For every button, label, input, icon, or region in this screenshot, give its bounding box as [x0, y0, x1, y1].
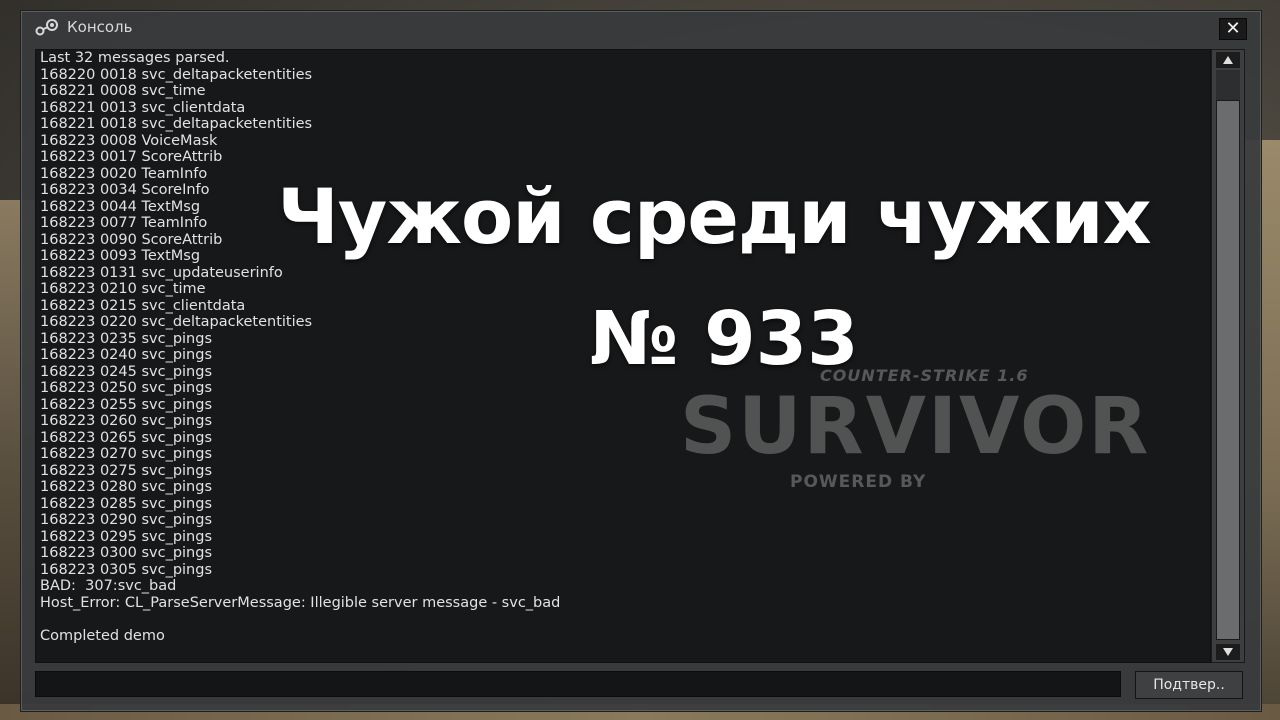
console-line: 168221 0018 svc_deltapacketentities	[40, 116, 313, 132]
console-line: 168223 0260 svc_pings	[40, 413, 213, 429]
console-line: 168220 0018 svc_deltapacketentities	[40, 66, 313, 83]
console-line: 168223 0305 svc_pings	[40, 561, 213, 578]
console-line: Host_Error: CL_ParseServerMessage: Illeg…	[40, 594, 561, 611]
window-title: Консоль	[67, 18, 133, 36]
console-line: 168221 0013 svc_clientdata	[40, 99, 246, 116]
scroll-up-arrow-icon	[1223, 56, 1233, 64]
scroll-down-arrow-icon	[1223, 648, 1233, 656]
console-line: 168223 0270 svc_pings	[40, 446, 213, 462]
console-line: Last 32 messages parsed.	[40, 50, 230, 66]
command-input[interactable]	[35, 671, 1121, 697]
console-line: 168223 0017 ScoreAttrib	[40, 149, 223, 165]
overlay-title: Чужой среди чужих	[277, 172, 1151, 261]
steam-logo-icon	[35, 19, 58, 36]
console-line: 168223 0290 svc_pings	[40, 512, 213, 528]
scroll-down-button[interactable]	[1216, 644, 1240, 660]
console-line: Completed demo	[40, 627, 165, 644]
console-line: 168221 0008 svc_time	[40, 83, 206, 99]
close-button[interactable]: ✕	[1219, 18, 1247, 40]
console-line: 168223 0280 svc_pings	[40, 479, 213, 495]
console-line: 168223 0265 svc_pings	[40, 429, 213, 446]
title-bar[interactable]: Консоль ✕	[21, 11, 1261, 45]
logo-powered-by: POWERED BY	[790, 472, 927, 492]
close-icon: ✕	[1225, 18, 1241, 39]
console-line: 168223 0255 svc_pings	[40, 396, 213, 413]
submit-button[interactable]: Подтвер..	[1135, 671, 1243, 699]
overlay-episode-number: № 933	[589, 296, 859, 382]
console-line: 168223 0131 svc_updateuserinfo	[40, 264, 283, 281]
console-line: 168223 0300 svc_pings	[40, 545, 213, 561]
console-line: 168223 0250 svc_pings	[40, 380, 213, 396]
console-line: BAD: 307:svc_bad	[40, 578, 177, 594]
console-line: 168223 0285 svc_pings	[40, 495, 213, 512]
scroll-up-button[interactable]	[1216, 52, 1240, 68]
console-line: 168223 0275 svc_pings	[40, 462, 213, 479]
console-line: 168223 0295 svc_pings	[40, 528, 213, 545]
console-line: 168223 0008 VoiceMask	[40, 132, 218, 149]
logo-title: SURVIVOR	[680, 382, 1151, 472]
